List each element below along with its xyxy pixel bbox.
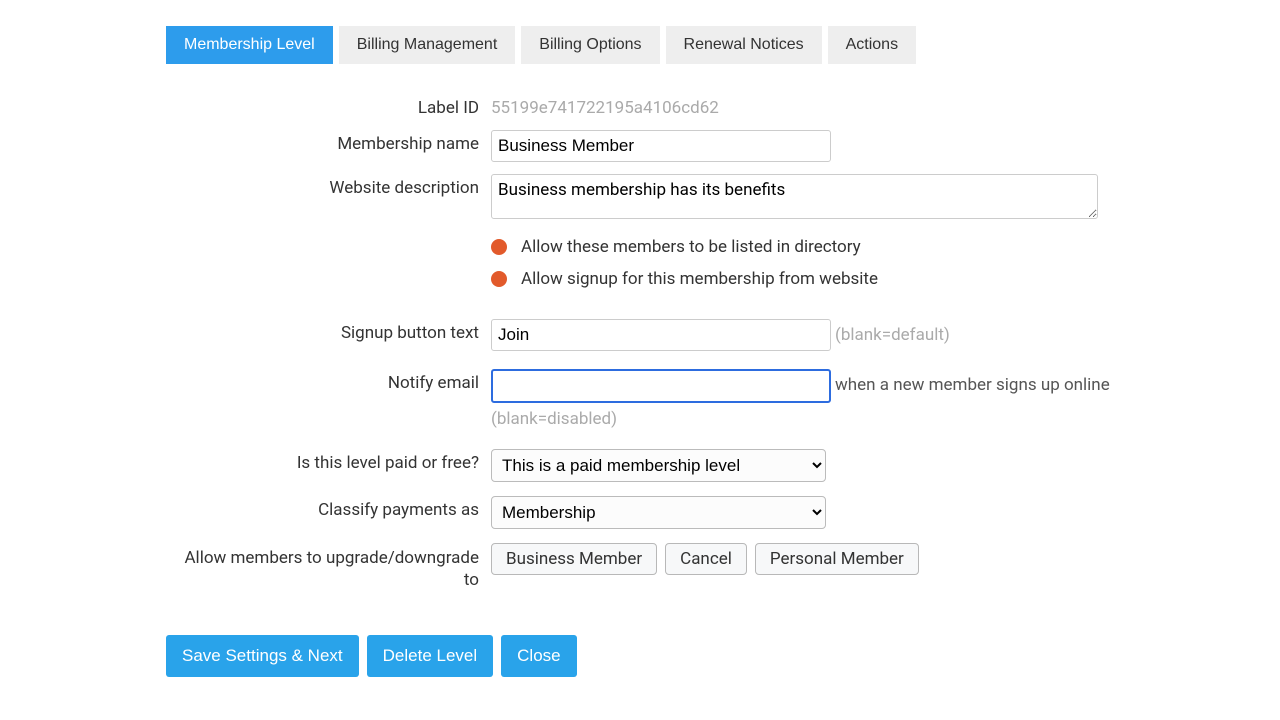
label-website-description: Website description	[166, 174, 491, 198]
save-settings-next-button[interactable]: Save Settings & Next	[166, 635, 359, 677]
close-button[interactable]: Close	[501, 635, 576, 677]
hint-signup-default: (blank=default)	[835, 325, 950, 345]
toggle-allow-signup[interactable]	[491, 271, 507, 287]
form-area: Label ID 55199e741722195a4106cd62 Member…	[166, 94, 1116, 677]
label-notify-email: Notify email	[166, 369, 491, 393]
label-paid-or-free: Is this level paid or free?	[166, 449, 491, 473]
notify-email-input[interactable]	[491, 369, 831, 403]
label-membership-name: Membership name	[166, 130, 491, 154]
tab-billing-management[interactable]: Billing Management	[339, 26, 516, 64]
label-allow-signup: Allow signup for this membership from we…	[521, 269, 878, 289]
delete-level-button[interactable]: Delete Level	[367, 635, 494, 677]
value-label-id: 55199e741722195a4106cd62	[491, 94, 719, 118]
tab-membership-level[interactable]: Membership Level	[166, 26, 333, 64]
label-signup-button-text: Signup button text	[166, 319, 491, 343]
classify-payments-select[interactable]: Membership	[491, 496, 826, 529]
toggle-allow-directory[interactable]	[491, 239, 507, 255]
paid-or-free-select[interactable]: This is a paid membership level	[491, 449, 826, 482]
label-upgrade-downgrade: Allow members to upgrade/downgrade to	[166, 543, 491, 591]
membership-name-input[interactable]	[491, 130, 831, 162]
upgrade-option-personal[interactable]: Personal Member	[755, 543, 919, 575]
label-label-id: Label ID	[166, 94, 491, 118]
upgrade-option-cancel[interactable]: Cancel	[665, 543, 747, 575]
label-classify-payments: Classify payments as	[166, 496, 491, 520]
tabs-bar: Membership Level Billing Management Bill…	[166, 26, 1280, 64]
text-notify-after: when a new member signs up online	[835, 373, 1110, 399]
website-description-input[interactable]: Business membership has its benefits	[491, 174, 1098, 219]
upgrade-option-business[interactable]: Business Member	[491, 543, 657, 575]
label-allow-directory: Allow these members to be listed in dire…	[521, 237, 861, 257]
tab-billing-options[interactable]: Billing Options	[521, 26, 659, 64]
tab-renewal-notices[interactable]: Renewal Notices	[666, 26, 822, 64]
signup-button-text-input[interactable]	[491, 319, 831, 351]
hint-notify-disabled: (blank=disabled)	[491, 409, 617, 429]
tab-actions[interactable]: Actions	[828, 26, 916, 64]
